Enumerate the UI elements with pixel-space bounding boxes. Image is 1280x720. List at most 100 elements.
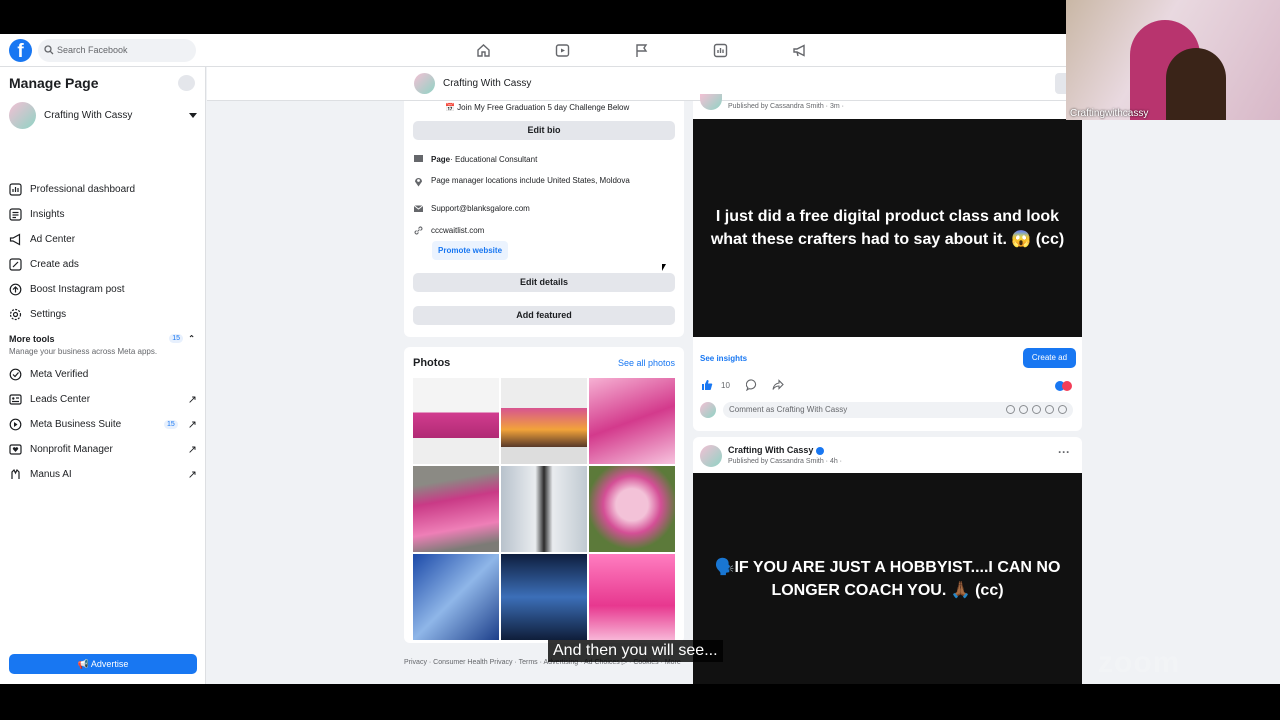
sidebar-item-ad-center[interactable]: Ad Center xyxy=(9,227,197,252)
sidebar-item-leads-center[interactable]: Leads Center ↗ xyxy=(9,387,197,412)
post-actions: 10 xyxy=(701,379,784,391)
photo-thumbnail[interactable] xyxy=(413,378,499,464)
photo-thumbnail[interactable] xyxy=(413,554,499,640)
see-all-photos-link[interactable]: See all photos xyxy=(618,358,675,368)
participant-shape xyxy=(1166,48,1226,120)
post-media[interactable]: I just did a free digital product class … xyxy=(693,119,1082,337)
photo-thumbnail[interactable] xyxy=(589,378,675,464)
sidebar-item-label: Leads Center xyxy=(30,394,91,405)
sticker-icon[interactable] xyxy=(1058,405,1067,414)
sidebar-item-label: Nonprofit Manager xyxy=(30,444,113,455)
post-text: 🗣️IF YOU ARE JUST A HOBBYIST....I CAN NO… xyxy=(714,558,1061,599)
page-switcher[interactable]: Crafting With Cassy xyxy=(9,101,197,129)
post-media[interactable]: 🗣️IF YOU ARE JUST A HOBBYIST....I CAN NO… xyxy=(693,473,1082,684)
sidebar-item-label: Manus AI xyxy=(30,469,72,480)
sidebar-title: Manage Page xyxy=(9,75,99,91)
email-text: Support@blanksgalore.com xyxy=(431,204,530,213)
add-featured-button[interactable]: Add featured xyxy=(413,306,675,325)
edit-details-button[interactable]: Edit details xyxy=(413,273,675,292)
post-author-avatar[interactable] xyxy=(700,445,722,467)
home-icon[interactable] xyxy=(475,42,492,59)
verified-badge-icon xyxy=(815,446,824,455)
post-published-by: Published by Cassandra Smith xyxy=(728,458,824,465)
website-text: cccwaitlist.com xyxy=(431,226,485,235)
gif-icon[interactable] xyxy=(1045,405,1054,414)
sidebar-item-professional-dashboard[interactable]: Professional dashboard xyxy=(9,177,197,202)
camera-icon[interactable] xyxy=(1032,405,1041,414)
photo-grid xyxy=(413,378,675,640)
search-placeholder: Search Facebook xyxy=(57,45,128,55)
sidebar-item-meta-business-suite[interactable]: Meta Business Suite 15 ↗ xyxy=(9,412,197,437)
dashboard-icon xyxy=(9,183,22,196)
collapse-sidebar-icon[interactable] xyxy=(178,75,195,91)
advertise-label: Advertise xyxy=(90,659,129,669)
business-suite-icon xyxy=(9,418,22,431)
emoji-icon[interactable] xyxy=(1019,405,1028,414)
create-ad-button[interactable]: Create ad xyxy=(1023,348,1076,368)
category-value: · Educational Consultant xyxy=(450,155,538,164)
post-time: · 4h · xyxy=(825,458,843,465)
insights-icon xyxy=(9,208,22,221)
category-row: Page · Educational Consultant xyxy=(413,154,537,165)
edit-bio-button[interactable]: Edit bio xyxy=(413,121,675,140)
sidebar-item-label: Create ads xyxy=(30,259,79,270)
post-text: I just did a free digital product class … xyxy=(710,208,1065,248)
more-tools-header[interactable]: More tools 15 ⌃ xyxy=(9,334,197,344)
facebook-window: f Search Facebook Manage Page Crafting W… xyxy=(0,34,1280,684)
advertise-button[interactable]: 📢 Advertise xyxy=(9,654,197,674)
website-row[interactable]: cccwaitlist.com xyxy=(413,225,484,236)
megaphone-icon[interactable] xyxy=(791,42,808,59)
more-tools-subtitle: Manage your business across Meta apps. xyxy=(9,347,158,356)
dashboard-icon[interactable] xyxy=(712,42,729,59)
post-author-name[interactable]: Crafting With Cassy xyxy=(728,445,824,455)
email-row[interactable]: Support@blanksgalore.com xyxy=(413,203,530,214)
post-author-label: Crafting With Cassy xyxy=(728,445,814,455)
leads-icon xyxy=(9,394,22,405)
more-options-icon[interactable]: ··· xyxy=(1058,445,1070,459)
share-icon[interactable] xyxy=(772,379,784,391)
promote-website-button[interactable]: Promote website xyxy=(432,241,509,260)
chevron-up-icon: ⌃ xyxy=(188,334,195,343)
comment-icon[interactable] xyxy=(745,379,758,391)
photo-thumbnail[interactable] xyxy=(501,466,587,552)
photo-thumbnail[interactable] xyxy=(501,378,587,464)
sidebar-item-boost-instagram[interactable]: Boost Instagram post xyxy=(9,277,197,302)
photo-thumbnail[interactable] xyxy=(501,554,587,640)
avatar-sticker-icon[interactable] xyxy=(1006,405,1015,414)
page-avatar[interactable] xyxy=(414,73,435,94)
post-publisher: Published by Cassandra Smith · 4h · xyxy=(728,458,842,465)
location-pin-icon xyxy=(415,178,422,187)
video-icon[interactable] xyxy=(554,42,571,59)
participant-name: Craftingwithcassy xyxy=(1070,108,1149,119)
page-header-name[interactable]: Crafting With Cassy xyxy=(443,78,531,89)
photo-thumbnail[interactable] xyxy=(413,466,499,552)
see-insights-link[interactable]: See insights xyxy=(700,354,747,363)
like-icon[interactable] xyxy=(701,379,713,391)
sidebar-item-settings[interactable]: Settings xyxy=(9,302,197,327)
nonprofit-icon xyxy=(9,444,22,455)
post-publisher: Published by Cassandra Smith · 3m · xyxy=(728,103,844,110)
photos-title: Photos xyxy=(413,357,451,369)
post-author-avatar[interactable] xyxy=(700,94,722,110)
sidebar-item-nonprofit-manager[interactable]: Nonprofit Manager ↗ xyxy=(9,437,197,462)
reaction-summary-icon[interactable] xyxy=(1055,381,1073,391)
sidebar-item-meta-verified[interactable]: Meta Verified xyxy=(9,362,197,387)
sidebar-item-create-ads[interactable]: Create ads xyxy=(9,252,197,277)
sidebar-item-manus-ai[interactable]: Manus AI ↗ xyxy=(9,462,197,487)
caption-subtitle: And then you will see... xyxy=(548,640,723,662)
flag-icon[interactable] xyxy=(633,42,650,59)
location-row: Page manager locations include United St… xyxy=(413,176,675,187)
comment-input[interactable]: Comment as Crafting With Cassy xyxy=(723,402,1073,418)
location-text: Page manager locations include United St… xyxy=(431,176,630,185)
facebook-logo-icon[interactable]: f xyxy=(9,39,32,62)
sidebar-item-insights[interactable]: Insights xyxy=(9,202,197,227)
verified-icon xyxy=(9,368,22,381)
photo-thumbnail[interactable] xyxy=(589,466,675,552)
instagram-icon xyxy=(9,283,22,296)
search-input[interactable]: Search Facebook xyxy=(38,39,196,62)
post-published-by: Published by Cassandra Smith xyxy=(728,103,824,110)
intro-card: 📅 Join My Free Graduation 5 day Challeng… xyxy=(404,101,684,337)
link-icon xyxy=(414,226,423,235)
chevron-down-icon xyxy=(189,112,197,118)
photo-thumbnail[interactable] xyxy=(589,554,675,640)
